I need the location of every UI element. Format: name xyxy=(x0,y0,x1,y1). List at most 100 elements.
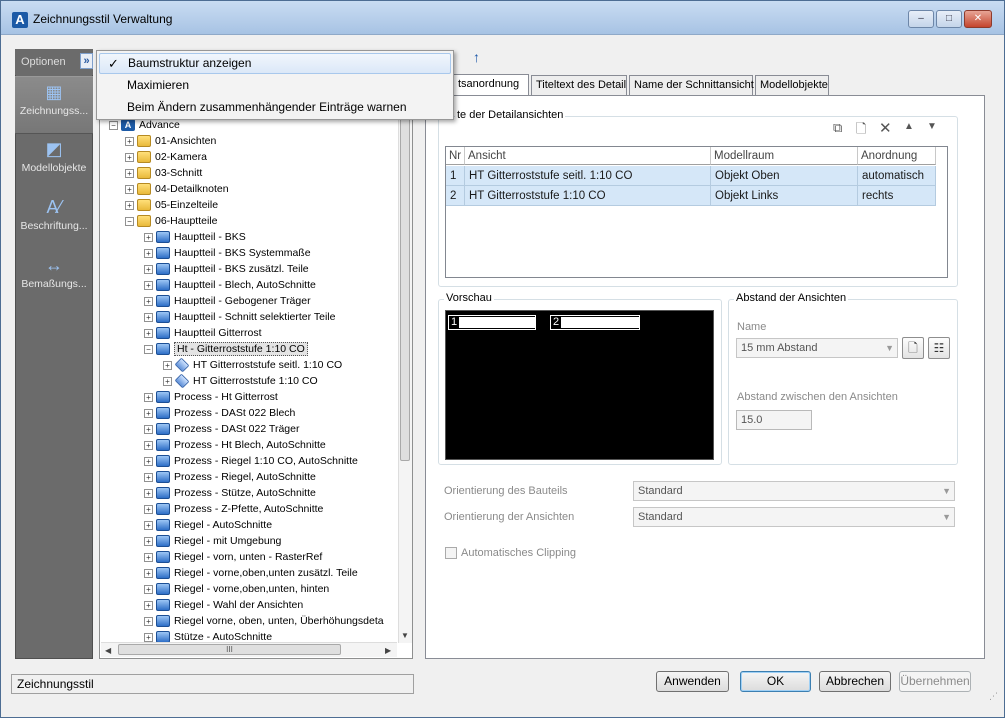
column-header-nr[interactable]: Nr xyxy=(446,147,465,165)
move-up-icon[interactable]: ▲ xyxy=(904,121,914,132)
collapse-icon[interactable]: − xyxy=(109,120,118,130)
expand-icon[interactable]: + xyxy=(144,248,153,258)
tree-node[interactable]: +05-Einzelteile xyxy=(125,197,218,213)
tree-node[interactable]: + Hauptteil - Blech, AutoSchnitte xyxy=(144,277,316,293)
tree-node[interactable]: + Prozess - Riegel, AutoSchnitte xyxy=(144,469,316,485)
tree-node[interactable]: + HT Gitterroststufe seitl. 1:10 CO xyxy=(163,357,342,373)
tree-node[interactable]: + Riegel - AutoSchnitte xyxy=(144,517,272,533)
spacing-distance-input[interactable]: 15.0 xyxy=(736,410,812,430)
table-cell-modellraum[interactable]: Objekt Oben xyxy=(711,166,858,186)
tree-node[interactable]: + Hauptteil - BKS xyxy=(144,229,246,245)
table-cell-modellraum[interactable]: Objekt Links xyxy=(711,186,858,206)
expand-icon[interactable]: + xyxy=(144,536,153,546)
expand-icon[interactable]: + xyxy=(144,232,153,242)
expand-icon[interactable]: + xyxy=(144,504,153,514)
menu-item-maximize[interactable]: Maximieren xyxy=(99,75,451,96)
expand-icon[interactable]: + xyxy=(144,392,153,402)
expand-icon[interactable]: + xyxy=(144,280,153,290)
tab-titeltext[interactable]: Titeltext des Detail xyxy=(531,75,627,95)
expand-icon[interactable]: + xyxy=(144,424,153,434)
scroll-right-arrow-icon[interactable]: ▶ xyxy=(385,646,391,655)
tree-node[interactable]: + Hauptteil - BKS Systemmaße xyxy=(144,245,311,261)
expand-icon[interactable]: + xyxy=(144,520,153,530)
table-cell-ansicht[interactable]: HT Gitterroststufe seitl. 1:10 CO xyxy=(465,166,711,186)
move-down-icon[interactable]: ▼ xyxy=(927,121,937,132)
expand-icon[interactable]: + xyxy=(144,440,153,450)
new-document-icon[interactable]: 🗋 xyxy=(856,120,866,142)
expand-icon[interactable]: + xyxy=(125,136,134,146)
expand-icon[interactable]: + xyxy=(125,168,134,178)
expand-icon[interactable]: + xyxy=(144,600,153,610)
tree-node[interactable]: + HT Gitterroststufe 1:10 CO xyxy=(163,373,318,389)
minimize-button[interactable]: ‒ xyxy=(908,10,934,28)
tree-node[interactable]: + Prozess - Ht Blech, AutoSchnitte xyxy=(144,437,326,453)
expand-icon[interactable]: + xyxy=(144,312,153,322)
tree-hscroll-thumb[interactable]: III xyxy=(118,644,341,655)
expand-icon[interactable]: + xyxy=(163,376,172,386)
column-header-modellraum[interactable]: Modellraum xyxy=(711,147,858,165)
tree-node[interactable]: + Riegel - vorne,oben,unten, hinten xyxy=(144,581,329,597)
expand-icon[interactable]: + xyxy=(144,488,153,498)
tree-node[interactable]: + Riegel vorne, oben, unten, Überhöhungsd… xyxy=(144,613,384,629)
tree-node[interactable]: + Prozess - Riegel 1:10 CO, AutoSchnitte xyxy=(144,453,358,469)
tree-node[interactable]: + Hauptteil - BKS zusätzl. Teile xyxy=(144,261,309,277)
tree-node[interactable]: + Hauptteil Gitterrost xyxy=(144,325,262,341)
menu-item-warn-related[interactable]: Beim Ändern zusammenhängender Einträge w… xyxy=(99,97,451,118)
expand-icon[interactable]: + xyxy=(144,568,153,578)
adopt-button[interactable]: Übernehmen xyxy=(899,671,971,692)
menu-item-show-tree[interactable]: ✓ Baumstruktur anzeigen xyxy=(99,53,451,74)
table-cell-anordnung[interactable]: automatisch xyxy=(858,166,936,186)
delete-icon[interactable]: ✕ xyxy=(879,119,892,137)
tree-node[interactable]: − 06-Hauptteile xyxy=(125,213,217,229)
tree-node[interactable]: + Prozess - Z-Pfette, AutoSchnitte xyxy=(144,501,323,517)
nav-item-bemassung[interactable]: ↔ Bemaßungs... xyxy=(15,250,93,308)
spacing-name-select[interactable]: 15 mm Abstand ▼ xyxy=(736,338,898,358)
options-header[interactable]: Optionen » xyxy=(15,49,93,75)
expand-icon[interactable]: + xyxy=(144,456,153,466)
scroll-left-arrow-icon[interactable]: ◀ xyxy=(105,646,111,655)
tree-node[interactable]: +02-Kamera xyxy=(125,149,207,165)
column-header-anordnung[interactable]: Anordnung xyxy=(858,147,936,165)
ok-button[interactable]: OK xyxy=(740,671,811,692)
column-header-ansicht[interactable]: Ansicht xyxy=(465,147,711,165)
move-up-arrow-icon[interactable]: ↑ xyxy=(473,49,487,65)
apply-button[interactable]: Anwenden xyxy=(656,671,729,692)
expand-icon[interactable]: + xyxy=(144,584,153,594)
nav-item-modellobjekte[interactable]: ◩ Modellobjekte xyxy=(15,134,93,192)
views-orientation-select[interactable]: Standard ▼ xyxy=(633,507,955,527)
expand-icon[interactable]: + xyxy=(144,552,153,562)
tree-node[interactable]: + Prozess - DASt 022 Blech xyxy=(144,405,295,421)
close-button[interactable]: ✕ xyxy=(964,10,992,28)
detail-views-grid[interactable]: Nr Ansicht Modellraum Anordnung 1 HT Git… xyxy=(445,146,948,278)
expand-icon[interactable]: + xyxy=(125,200,134,210)
tree-node[interactable]: +04-Detailknoten xyxy=(125,181,229,197)
tree-node[interactable]: − Ht - Gitterroststufe 1:10 CO xyxy=(144,341,308,357)
part-orientation-select[interactable]: Standard ▼ xyxy=(633,481,955,501)
expand-icon[interactable]: + xyxy=(125,152,134,162)
tree-node[interactable]: + Riegel - mit Umgebung xyxy=(144,533,281,549)
tab-modellobjekte[interactable]: Modellobjekte xyxy=(755,75,829,95)
expand-icon[interactable]: + xyxy=(144,632,153,642)
edit-spacing-button[interactable]: 🗋 xyxy=(902,337,924,359)
maximize-button[interactable]: □ xyxy=(936,10,962,28)
expand-icon[interactable]: + xyxy=(144,616,153,626)
collapse-icon[interactable]: − xyxy=(125,216,134,226)
tree-node[interactable]: + Prozess - DASt 022 Träger xyxy=(144,421,299,437)
table-cell-nr[interactable]: 1 xyxy=(446,166,465,186)
expand-icon[interactable]: + xyxy=(163,360,172,370)
tree-node[interactable]: + Prozess - Stütze, AutoSchnitte xyxy=(144,485,316,501)
tree-node[interactable]: + Hauptteil - Gebogener Träger xyxy=(144,293,311,309)
expand-icon[interactable]: + xyxy=(144,264,153,274)
nav-item-zeichnungsstil[interactable]: ▦ Zeichnungss... xyxy=(15,76,93,134)
chevron-right-icon[interactable]: » xyxy=(80,53,93,69)
table-cell-ansicht[interactable]: HT Gitterroststufe 1:10 CO xyxy=(465,186,711,206)
expand-icon[interactable]: + xyxy=(125,184,134,194)
nav-item-beschriftung[interactable]: A⁄ Beschriftung... xyxy=(15,192,93,250)
scroll-down-arrow-icon[interactable]: ▼ xyxy=(401,631,409,640)
tree-node[interactable]: +01-Ansichten xyxy=(125,133,216,149)
copy-icon[interactable]: ⧉ xyxy=(833,120,842,136)
expand-icon[interactable]: + xyxy=(144,328,153,338)
expand-icon[interactable]: + xyxy=(144,408,153,418)
resize-grip-icon[interactable]: ⋰ xyxy=(989,691,998,702)
tree-node[interactable]: + Riegel - Wahl der Ansichten xyxy=(144,597,303,613)
